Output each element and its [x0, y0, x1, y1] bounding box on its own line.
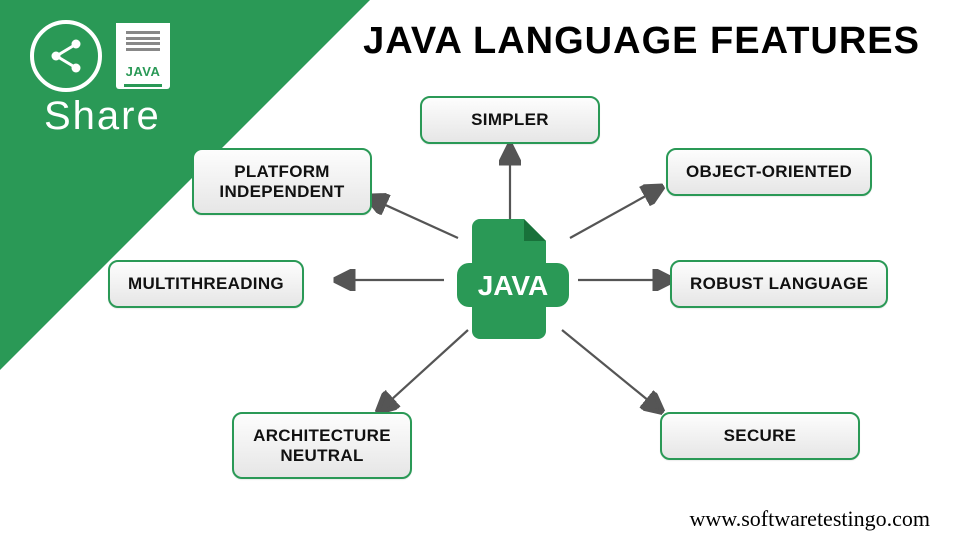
feature-architecture-neutral: ARCHITECTURENEUTRAL: [232, 412, 412, 479]
java-center-icon: JAVA: [435, 205, 585, 355]
footer-url: www.softwaretestingo.com: [689, 506, 930, 532]
feature-platform-independent: PLATFORMINDEPENDENT: [192, 148, 372, 215]
diagram-stage: JAVA SIMPLER PLATFORMINDEPENDENT OBJECT-…: [0, 0, 960, 540]
feature-secure: SECURE: [660, 412, 860, 460]
svg-text:JAVA: JAVA: [478, 270, 549, 301]
feature-simpler: SIMPLER: [420, 96, 600, 144]
feature-object-oriented: OBJECT-ORIENTED: [666, 148, 872, 196]
feature-multithreading: MULTITHREADING: [108, 260, 304, 308]
feature-robust: ROBUST LANGUAGE: [670, 260, 888, 308]
